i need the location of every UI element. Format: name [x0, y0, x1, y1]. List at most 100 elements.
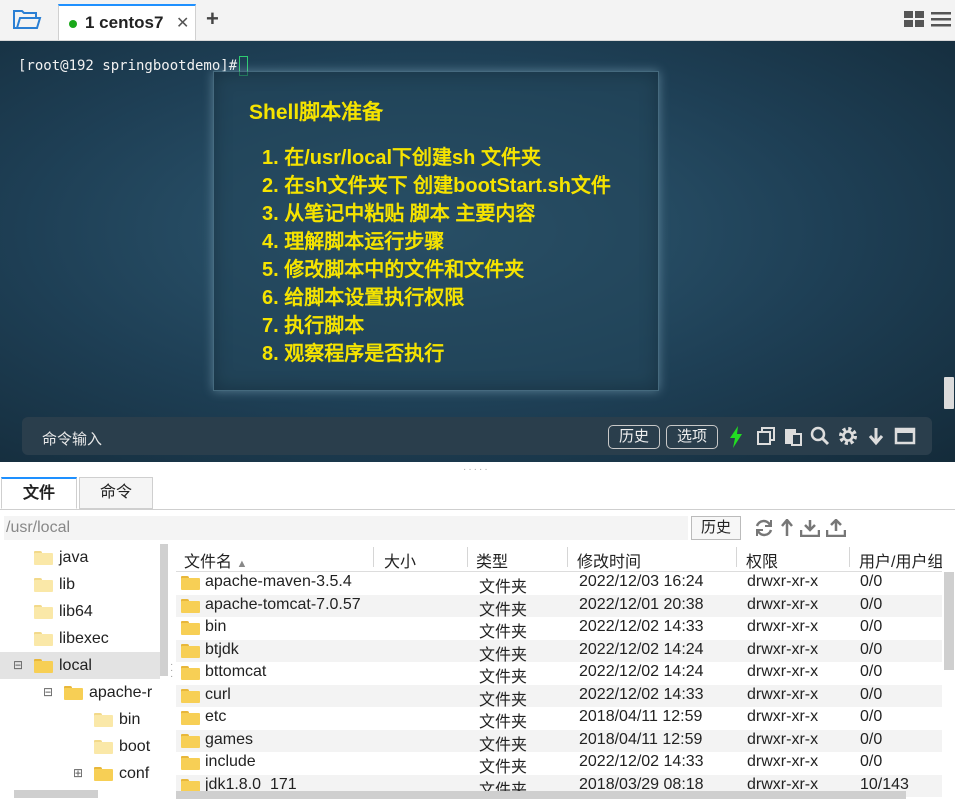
- session-tab-bar: 1 centos7 ✕ +: [0, 0, 955, 41]
- table-row[interactable]: etc 文件夹 2018/04/11 12:59 drwxr-xr-x 0/0: [176, 707, 942, 731]
- folder-icon: [34, 632, 53, 646]
- cell-owner: 0/0: [860, 685, 883, 703]
- layout-grid-icon[interactable]: [904, 11, 924, 27]
- slide-step: 3. 从笔记中粘贴 脚本 主要内容: [262, 203, 536, 225]
- folder-icon: [181, 621, 200, 635]
- collapse-icon[interactable]: ⊟: [43, 679, 53, 706]
- slide-step: 4. 理解脚本运行步骤: [262, 231, 445, 253]
- table-row[interactable]: apache-maven-3.5.4 文件夹 2022/12/03 16:24 drw…: [176, 572, 942, 596]
- tree-item-label: lib64: [59, 603, 93, 620]
- copy-icon[interactable]: [756, 426, 776, 446]
- lightning-icon[interactable]: [728, 426, 744, 448]
- folder-icon: [34, 605, 53, 619]
- table-horizontal-scrollbar[interactable]: [176, 791, 906, 799]
- tree-item-lib[interactable]: lib: [0, 571, 160, 598]
- tree-item-conf[interactable]: ⊞ conf: [0, 760, 160, 787]
- path-input[interactable]: /usr/local: [4, 516, 688, 540]
- tree-item-apache[interactable]: ⊟ apache-r: [0, 679, 160, 706]
- table-row[interactable]: bttomcat 文件夹 2022/12/02 14:24 drwxr-xr-x 0/0: [176, 662, 942, 686]
- cell-name: include: [205, 753, 256, 770]
- expand-icon[interactable]: ⊞: [73, 760, 83, 787]
- paste-icon[interactable]: [783, 426, 803, 446]
- tree-item-boot[interactable]: boot: [0, 733, 160, 760]
- options-button[interactable]: 选项: [666, 425, 719, 449]
- cell-type: 文件夹: [479, 669, 528, 686]
- upload-file-icon[interactable]: [826, 519, 846, 537]
- folder-icon: [181, 666, 200, 680]
- column-modified[interactable]: 修改时间: [577, 548, 641, 572]
- fullscreen-icon[interactable]: [894, 426, 916, 446]
- tree-item-label: java: [59, 549, 89, 566]
- cell-owner: 0/0: [860, 573, 883, 590]
- table-header: 文件名 ▲ 大小 类型 修改时间 权限 用户/用户组: [176, 544, 942, 572]
- tab-centos7[interactable]: 1 centos7 ✕: [58, 4, 196, 40]
- tab-files[interactable]: 文件: [1, 477, 77, 509]
- panel-resize-handle[interactable]: ·····: [463, 464, 490, 475]
- cell-modified: 2018/04/11 12:59: [579, 708, 703, 725]
- table-row[interactable]: curl 文件夹 2022/12/02 14:33 drwxr-xr-x 0/0: [176, 684, 942, 709]
- tree-scrollbar[interactable]: [160, 544, 168, 676]
- tree-horizontal-scrollbar[interactable]: [14, 790, 98, 798]
- terminal-scrollbar[interactable]: [944, 377, 954, 409]
- tree-item-label: local: [59, 657, 92, 674]
- menu-icon[interactable]: [931, 11, 951, 27]
- tree-item-libexec[interactable]: libexec: [0, 625, 160, 652]
- gear-icon[interactable]: [838, 426, 858, 446]
- cell-modified: 2022/12/02 14:24: [579, 640, 704, 658]
- column-owner[interactable]: 用户/用户组: [859, 548, 942, 572]
- cell-owner: 0/0: [860, 640, 883, 658]
- table-row[interactable]: games 文件夹 2018/04/11 12:59 drwxr-xr-x 0/0: [176, 729, 942, 754]
- close-tab-icon[interactable]: ✕: [176, 13, 189, 33]
- terminal-area[interactable]: [root@192 springbootdemo]# Shell脚本准备 1. …: [0, 41, 955, 462]
- tree-item-java[interactable]: java: [0, 544, 160, 571]
- tree-item-label: bin: [119, 711, 141, 728]
- table-row[interactable]: bin 文件夹 2022/12/02 14:33 drwxr-xr-x 0/0: [176, 617, 942, 641]
- tree-item-label: boot: [119, 738, 151, 755]
- search-icon[interactable]: [810, 426, 830, 446]
- table-row[interactable]: apache-tomcat-7.0.57 文件夹 2022/12/01 20:38 d…: [176, 594, 942, 619]
- cell-name: apache-tomcat-7.0.57: [205, 595, 361, 613]
- directory-tree: java lib lib64 libexec ⊟ local ⊟ apache-…: [0, 544, 170, 802]
- download-file-icon[interactable]: [800, 519, 820, 537]
- column-type[interactable]: 类型: [476, 548, 508, 572]
- cell-owner: 0/0: [860, 618, 883, 635]
- folder-icon: [34, 659, 53, 673]
- cell-modified: 2022/12/02 14:33: [579, 753, 704, 770]
- cell-name: apache-maven-3.5.4: [205, 573, 352, 590]
- command-input[interactable]: 命令输入: [42, 428, 102, 449]
- cell-modified: 2022/12/02 14:33: [579, 685, 704, 703]
- prompt-text: [root@192 springbootdemo]#: [18, 58, 238, 74]
- table-row[interactable]: btjdk 文件夹 2022/12/02 14:24 drwxr-xr-x 0/0: [176, 639, 942, 664]
- history-button[interactable]: 历史: [608, 425, 661, 449]
- slide-step: 7. 执行脚本: [262, 315, 365, 337]
- cell-type: 文件夹: [479, 646, 528, 664]
- column-name[interactable]: 文件名 ▲: [184, 548, 247, 572]
- connection-status-dot: [69, 20, 77, 28]
- cell-modified: 2022/12/01 20:38: [579, 595, 704, 613]
- download-arrow-icon[interactable]: [866, 426, 886, 446]
- cell-permission: drwxr-xr-x: [747, 685, 819, 703]
- cell-permission: drwxr-xr-x: [747, 663, 819, 680]
- tree-item-local[interactable]: ⊟ local: [0, 652, 160, 679]
- splitter-handle[interactable]: · · ·: [170, 660, 173, 682]
- path-bar: /usr/local 历史: [0, 514, 955, 542]
- collapse-icon[interactable]: ⊟: [13, 652, 23, 679]
- tree-item-label: lib: [59, 576, 76, 593]
- path-history-button[interactable]: 历史: [691, 516, 741, 540]
- cell-name: curl: [205, 685, 231, 703]
- tree-item-lib64[interactable]: lib64: [0, 598, 160, 625]
- cell-modified: 2022/12/02 14:24: [579, 663, 704, 680]
- cell-permission: drwxr-xr-x: [747, 595, 819, 613]
- column-size[interactable]: 大小: [384, 548, 416, 572]
- open-folder-icon[interactable]: [12, 9, 42, 31]
- cell-permission: drwxr-xr-x: [747, 573, 819, 590]
- tab-commands[interactable]: 命令: [79, 477, 153, 509]
- up-directory-icon[interactable]: [780, 519, 794, 537]
- table-scrollbar[interactable]: [944, 572, 954, 670]
- cell-owner: 0/0: [860, 663, 883, 680]
- column-permission[interactable]: 权限: [746, 548, 778, 572]
- refresh-icon[interactable]: [754, 519, 774, 537]
- table-row[interactable]: include 文件夹 2022/12/02 14:33 drwxr-xr-x 0/0: [176, 752, 942, 776]
- add-tab-button[interactable]: +: [206, 6, 219, 32]
- tree-item-bin[interactable]: bin: [0, 706, 160, 733]
